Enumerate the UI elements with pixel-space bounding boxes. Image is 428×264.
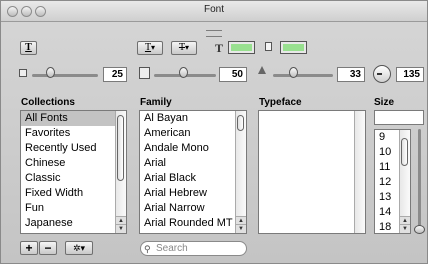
shadow-opacity-field[interactable]: 25	[103, 67, 127, 82]
scroll-down-arrow[interactable]: ▼	[400, 224, 410, 233]
shadow-offset-knob[interactable]	[289, 67, 298, 78]
shadow-angle-field[interactable]: 135	[396, 67, 424, 82]
family-item[interactable]: American	[140, 126, 246, 141]
shadow-opacity-track[interactable]	[32, 74, 98, 77]
family-item[interactable]: Andale Mono	[140, 141, 246, 156]
family-item[interactable]: Arial Rounded MT	[140, 216, 246, 231]
size-list[interactable]: 9 10 11 12 13 14 18 ▲ ▼	[374, 129, 411, 234]
document-color-icon: D	[265, 42, 272, 51]
collection-item[interactable]: Fixed Width	[21, 186, 126, 201]
shadow-blur-field[interactable]: 50	[219, 67, 247, 82]
shadow-offset-track[interactable]	[273, 74, 333, 77]
search-field[interactable]: ⚲ Search	[140, 241, 247, 256]
family-scroll-thumb[interactable]	[237, 115, 244, 131]
family-item[interactable]: Arial	[140, 156, 246, 171]
action-menu-button[interactable]: ✲▾	[65, 241, 93, 255]
typeface-header: Typeface	[259, 97, 302, 108]
size-slider-knob[interactable]	[414, 225, 425, 234]
underline-button[interactable]: T▾	[137, 41, 163, 55]
collections-scroll-thumb[interactable]	[117, 115, 124, 181]
collection-item[interactable]: Classic	[21, 171, 126, 186]
family-item[interactable]: Arial Narrow	[140, 201, 246, 216]
typeface-list[interactable]	[258, 110, 366, 234]
family-item[interactable]: Al Bayan	[140, 111, 246, 126]
shadow-blur-icon	[139, 67, 150, 79]
shadow-offset-field[interactable]: 33	[337, 67, 365, 82]
chevron-down-icon: ▾	[151, 43, 156, 52]
minus-icon: −	[44, 241, 52, 255]
collections-list[interactable]: All Fonts Favorites Recently Used Chines…	[20, 110, 127, 234]
family-scrollbar[interactable]: ▲ ▼	[235, 111, 246, 233]
scroll-down-arrow[interactable]: ▼	[236, 224, 246, 233]
shadow-opacity-knob[interactable]	[46, 67, 55, 78]
search-placeholder: Search	[156, 243, 188, 254]
strikethrough-button[interactable]: T▾	[171, 41, 197, 55]
collection-item[interactable]: Favorites	[21, 126, 126, 141]
family-item[interactable]: Arial Hebrew	[140, 186, 246, 201]
font-panel-window: Font T T▾ T▾ T D 25 50 33 135 Collection…	[0, 0, 428, 264]
size-scroll-thumb[interactable]	[401, 138, 408, 166]
collections-header: Collections	[21, 97, 75, 108]
collection-item[interactable]: Fun	[21, 201, 126, 216]
typeface-scrollbar[interactable]	[354, 111, 365, 233]
size-header: Size	[374, 97, 395, 108]
document-color-swatch[interactable]	[280, 41, 307, 54]
collection-item[interactable]: All Fonts	[21, 111, 126, 126]
text-color-icon: T	[215, 41, 224, 55]
title-bar[interactable]: Font	[1, 1, 427, 22]
collection-item[interactable]: Japanese	[21, 216, 126, 231]
size-input[interactable]	[374, 110, 424, 125]
size-scrollbar[interactable]: ▲ ▼	[399, 130, 410, 233]
add-collection-button[interactable]: +	[20, 241, 38, 255]
search-icon: ⚲	[144, 244, 151, 254]
remove-collection-button[interactable]: −	[39, 241, 57, 255]
collection-item[interactable]: Recently Used	[21, 141, 126, 156]
text-style-icon: T	[25, 42, 32, 53]
shadow-opacity-icon	[19, 69, 27, 77]
size-slider-track[interactable]	[418, 129, 421, 231]
dial-indicator	[377, 73, 382, 75]
family-item[interactable]: Arial Black	[140, 171, 246, 186]
scroll-down-arrow[interactable]: ▼	[116, 224, 126, 233]
shadow-blur-knob[interactable]	[179, 67, 188, 78]
family-header: Family	[140, 97, 172, 108]
plus-icon: +	[25, 241, 33, 255]
effects-drawer-handle[interactable]	[206, 30, 222, 37]
text-style-button[interactable]: T	[20, 41, 37, 55]
gear-icon: ✲▾	[72, 243, 86, 253]
collection-item[interactable]: Chinese	[21, 156, 126, 171]
chevron-down-icon: ▾	[185, 43, 190, 52]
window-title: Font	[203, 4, 224, 15]
shadow-offset-icon	[258, 66, 266, 74]
text-color-swatch[interactable]	[228, 41, 255, 54]
collections-scrollbar[interactable]: ▲ ▼	[115, 111, 126, 233]
family-list[interactable]: Al Bayan American Andale Mono Arial Aria…	[139, 110, 247, 234]
shadow-angle-dial[interactable]	[373, 65, 391, 83]
